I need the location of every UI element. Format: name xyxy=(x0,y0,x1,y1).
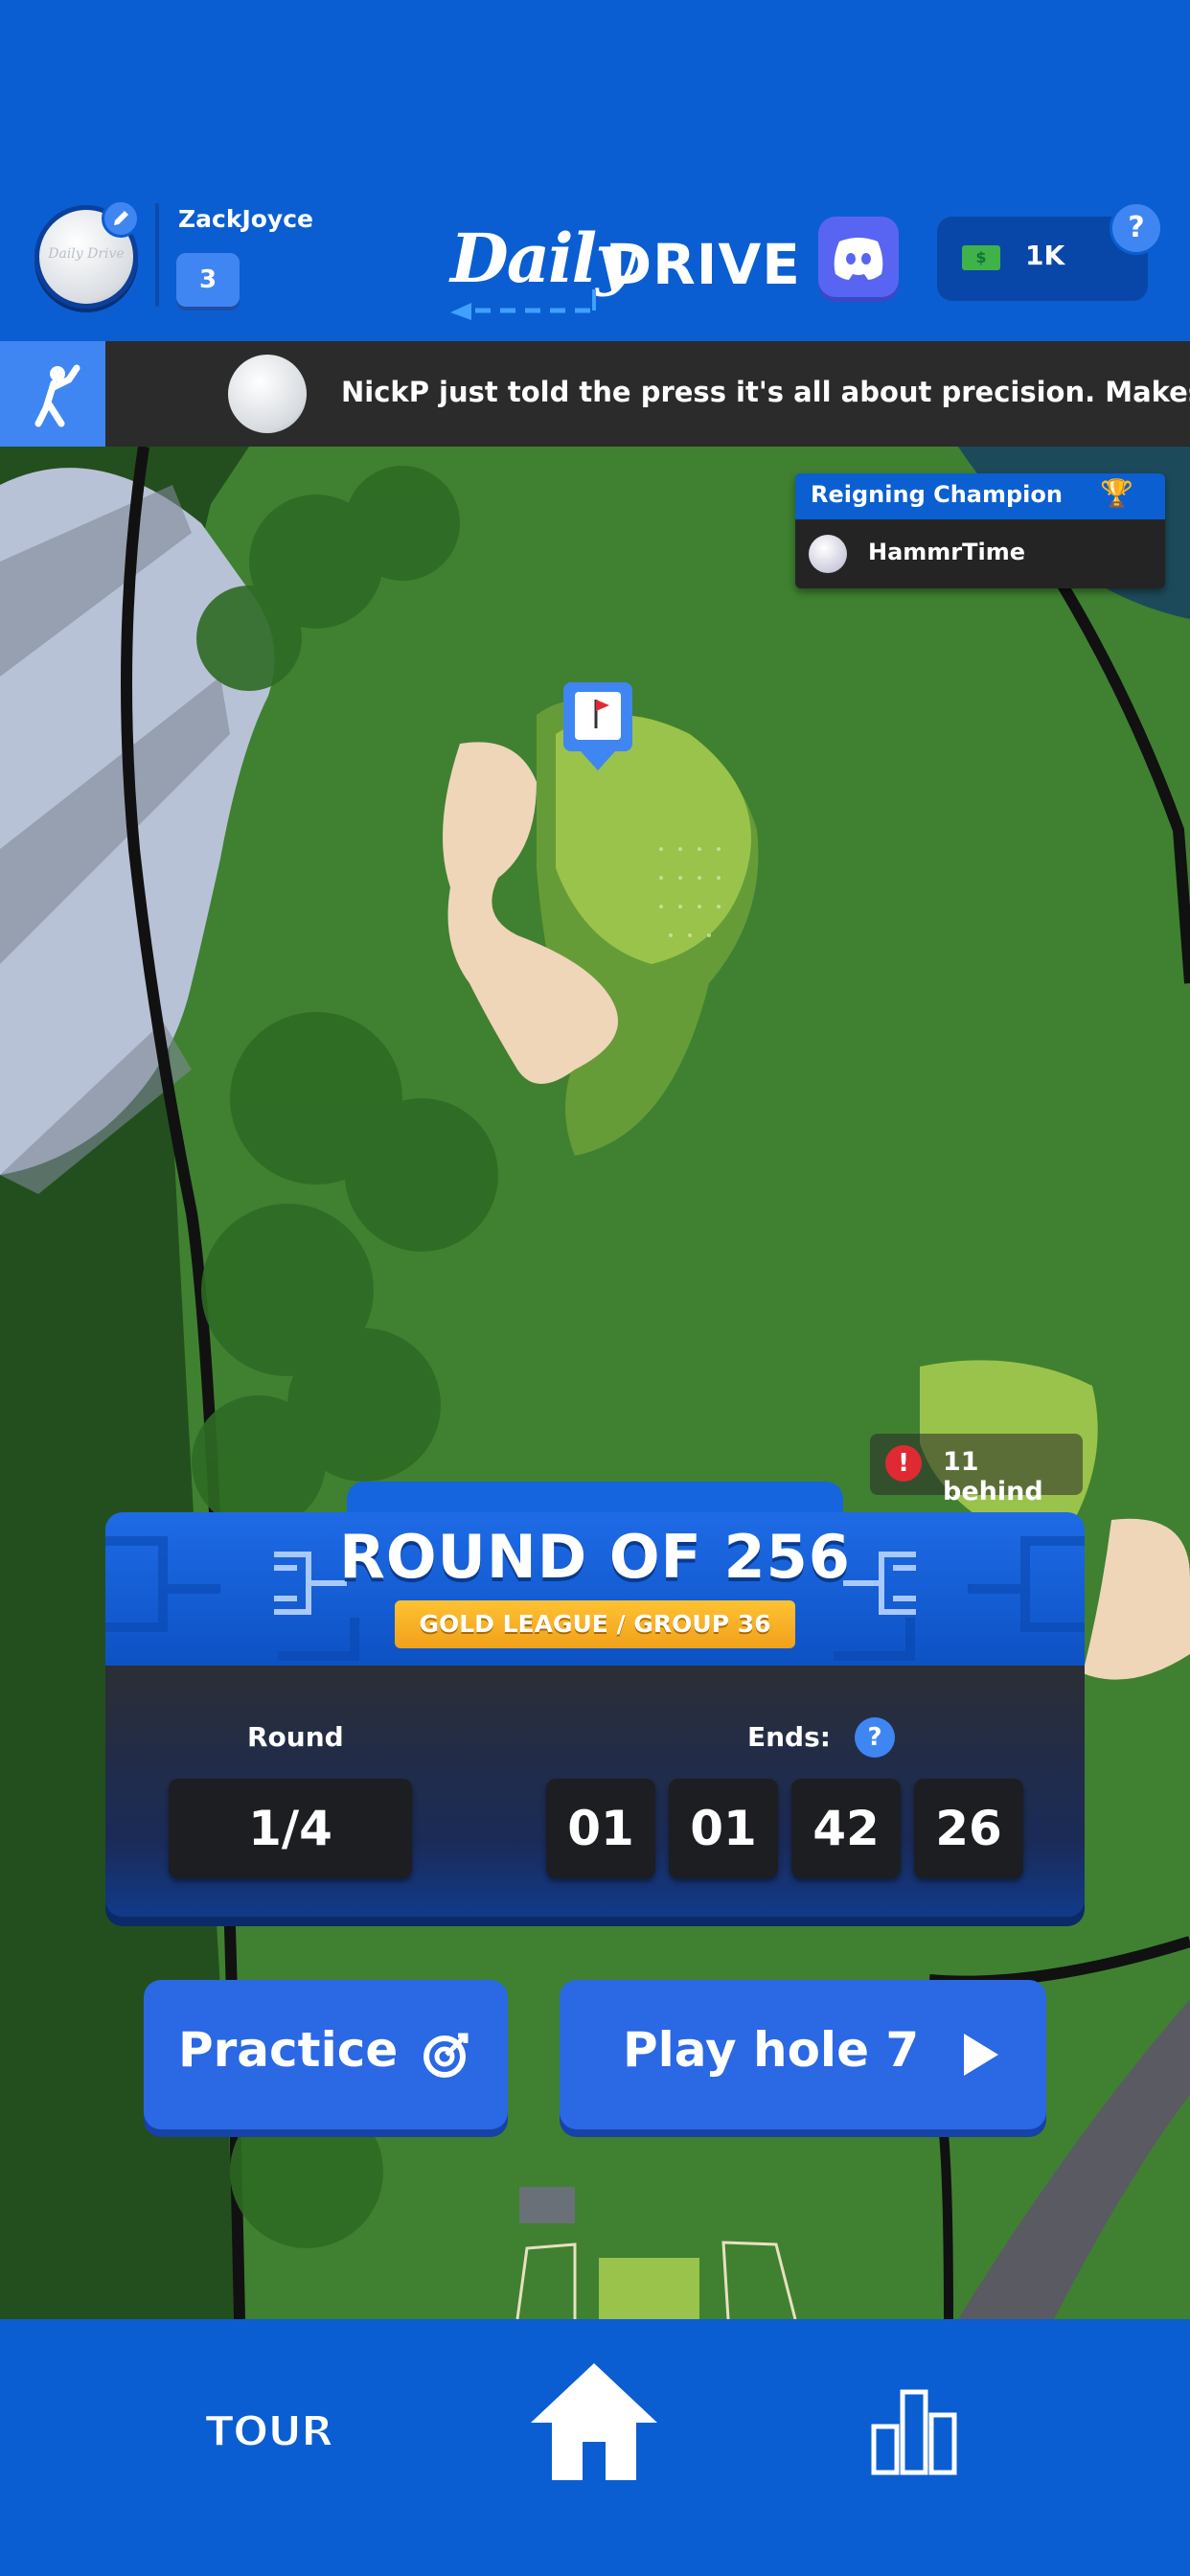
golfer-icon xyxy=(34,364,80,427)
card-body: Round 1/4 Ends: ? 01 01 42 26 xyxy=(105,1666,1085,1917)
ticker-message: NickP just told the press it's all about… xyxy=(341,376,1190,408)
alert-icon: ! xyxy=(885,1445,922,1482)
ends-label: Ends: xyxy=(747,1721,831,1753)
edit-profile-icon[interactable] xyxy=(102,199,140,238)
discord-icon xyxy=(834,238,883,280)
avatar-text: Daily Drive xyxy=(48,246,125,262)
league-badge: GOLD LEAGUE / GROUP 36 xyxy=(395,1600,795,1648)
tournament-card: ROUND OF 256 GOLD LEAGUE / GROUP 36 Roun… xyxy=(105,1482,1085,1917)
username: ZackJoyce xyxy=(178,205,313,233)
logo-arrow-icon xyxy=(450,289,596,320)
golf-ball-icon xyxy=(228,355,307,433)
champion-name: HammrTime xyxy=(868,539,1026,565)
countdown-hours: 01 xyxy=(669,1779,778,1878)
trophy-icon: 🏆 xyxy=(1100,477,1133,509)
play-hole-label: Play hole 7 xyxy=(623,2022,920,2078)
play-icon xyxy=(964,2034,998,2076)
ends-help-button[interactable]: ? xyxy=(855,1717,895,1758)
top-header: Daily Drive ZackJoyce 3 Daily DRIVE $ 1K… xyxy=(0,0,1190,341)
countdown-minutes: 42 xyxy=(791,1779,901,1878)
round-value: 1/4 xyxy=(169,1779,412,1878)
discord-button[interactable] xyxy=(818,217,899,297)
round-label: Round xyxy=(247,1721,344,1753)
reigning-champion-panel[interactable]: Reigning Champion 🏆 HammrTime xyxy=(795,473,1165,588)
card-header: ROUND OF 256 GOLD LEAGUE / GROUP 36 xyxy=(105,1512,1085,1666)
bottom-nav: TOUR xyxy=(0,2319,1190,2576)
cash-icon: $ xyxy=(962,245,1000,270)
practice-label: Practice xyxy=(178,2022,399,2078)
daily-drive-logo: Daily DRIVE xyxy=(450,218,800,324)
countdown-seconds: 26 xyxy=(914,1779,1023,1878)
news-ticker: NickP just told the press it's all about… xyxy=(0,341,1190,447)
golfer-button[interactable] xyxy=(0,341,105,447)
level-badge: 3 xyxy=(176,253,240,307)
nav-tour-button[interactable]: TOUR xyxy=(204,2406,349,2474)
header-divider xyxy=(155,203,159,307)
round-title: ROUND OF 256 xyxy=(339,1522,851,1592)
behind-status: ! 11 behind xyxy=(870,1434,1083,1506)
champion-avatar xyxy=(809,535,847,573)
countdown-days: 01 xyxy=(546,1779,655,1878)
practice-button[interactable]: Practice xyxy=(144,1980,508,2129)
champion-title: Reigning Champion xyxy=(811,481,1063,508)
target-icon xyxy=(423,2033,469,2078)
leaderboard-icon[interactable] xyxy=(870,2388,958,2476)
logo-drive-text: DRIVE xyxy=(606,232,801,297)
play-hole-button[interactable]: Play hole 7 xyxy=(560,1980,1046,2129)
cash-value: 1K xyxy=(1025,240,1065,271)
home-icon[interactable] xyxy=(529,2361,659,2482)
help-button[interactable]: ? xyxy=(1110,201,1163,255)
behind-text: 11 behind xyxy=(943,1447,1043,1506)
nav-tour-label: TOUR xyxy=(204,2406,334,2457)
